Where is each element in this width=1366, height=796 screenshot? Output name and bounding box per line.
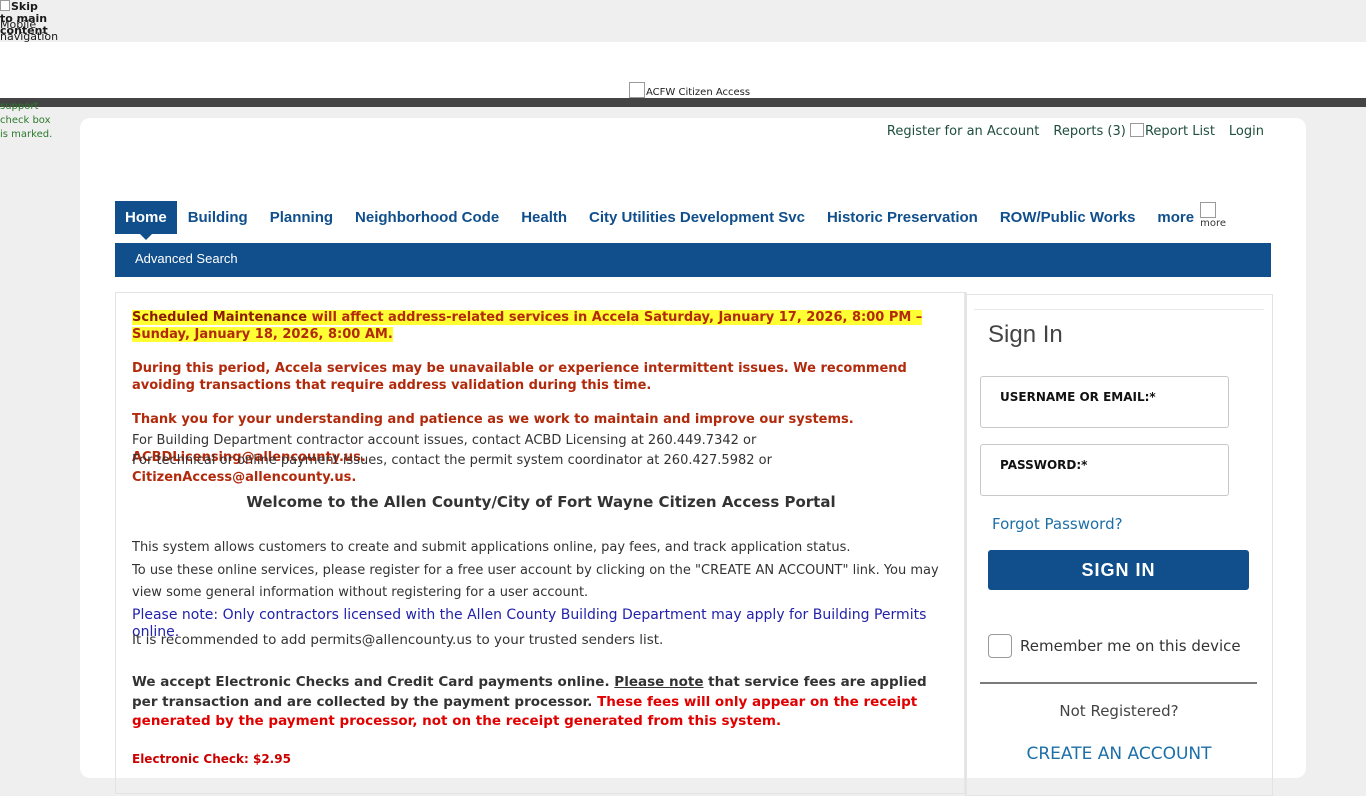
broken-image-icon: [1200, 201, 1217, 218]
tab-building[interactable]: Building: [177, 201, 259, 234]
login-link[interactable]: Login: [1229, 124, 1264, 139]
main-card: Register for an Account Reports (3) Repo…: [80, 118, 1306, 796]
header-divider: [0, 98, 1366, 107]
tech-contact: For technical or online payment issues, …: [132, 453, 772, 485]
tab-more[interactable]: more: [1146, 201, 1196, 234]
broken-image-icon: [629, 82, 645, 98]
payment-info: We accept Electronic Checks and Credit C…: [132, 674, 927, 729]
maintenance-period: During this period, Accela services may …: [132, 361, 907, 393]
password-field[interactable]: PASSWORD:*: [980, 444, 1229, 496]
broken-image-icon: [0, 0, 10, 11]
mobile-navigation-link[interactable]: Mobile navigation: [0, 19, 58, 43]
sign-in-button[interactable]: SIGN IN: [988, 550, 1249, 590]
sign-in-title: Sign In: [988, 321, 1063, 348]
top-bar: [0, 0, 1366, 42]
remember-me-label: Remember me on this device: [1020, 637, 1241, 655]
sign-in-separator: [980, 682, 1257, 684]
sign-in-panel: Sign In USERNAME OR EMAIL:* PASSWORD:* F…: [965, 294, 1273, 796]
forgot-password-link[interactable]: Forgot Password?: [992, 515, 1123, 533]
not-registered-text: Not Registered?: [1059, 702, 1179, 720]
tab-planning[interactable]: Planning: [259, 201, 344, 234]
tab-home[interactable]: Home: [115, 201, 177, 240]
sub-navigation: Advanced Search: [115, 243, 1271, 277]
announcement-panel: Scheduled Maintenance will affect addres…: [115, 292, 967, 794]
remember-me-checkbox[interactable]: [988, 634, 1012, 658]
register-paragraph: To use these online services, please reg…: [132, 563, 939, 600]
more-icon[interactable]: more: [1200, 201, 1226, 230]
accessibility-note: support check box is marked.: [0, 101, 53, 140]
advanced-search-link[interactable]: Advanced Search: [135, 251, 238, 266]
password-label: PASSWORD:*: [1000, 458, 1088, 472]
top-links: Register for an Account Reports (3) Repo…: [887, 123, 1264, 139]
tab-city-utilities[interactable]: City Utilities Development Svc: [578, 201, 816, 234]
username-field[interactable]: USERNAME OR EMAIL:*: [980, 376, 1229, 428]
tab-row-public-works[interactable]: ROW/Public Works: [989, 201, 1147, 234]
tab-neighborhood-code[interactable]: Neighborhood Code: [344, 201, 510, 234]
main-tabs: Home Building Planning Neighborhood Code…: [115, 201, 1226, 240]
sign-in-divider: [974, 309, 1264, 310]
register-link[interactable]: Register for an Account: [887, 124, 1040, 139]
create-account-link[interactable]: CREATE AN ACCOUNT: [966, 744, 1272, 764]
remember-me: Remember me on this device: [988, 634, 1241, 658]
site-logo[interactable]: ACFW Citizen Access: [629, 82, 750, 98]
thanks-text: Thank you for your understanding and pat…: [132, 412, 854, 427]
trusted-senders: It is recommended to add permits@allenco…: [132, 632, 664, 648]
report-list-icon: [1129, 123, 1144, 137]
tab-historic-preservation[interactable]: Historic Preservation: [816, 201, 989, 234]
welcome-title: Welcome to the Allen County/City of Fort…: [246, 493, 836, 511]
tab-health[interactable]: Health: [510, 201, 578, 234]
tech-email-link[interactable]: CitizenAccess@allencounty.us.: [132, 470, 356, 485]
maintenance-notice: Scheduled Maintenance will affect addres…: [132, 310, 923, 342]
reports-link[interactable]: Reports (3) Report List: [1053, 123, 1215, 139]
intro-paragraph: This system allows customers to create a…: [132, 540, 851, 555]
echeck-fee: Electronic Check: $2.95: [132, 752, 291, 766]
username-label: USERNAME OR EMAIL:*: [1000, 390, 1156, 404]
